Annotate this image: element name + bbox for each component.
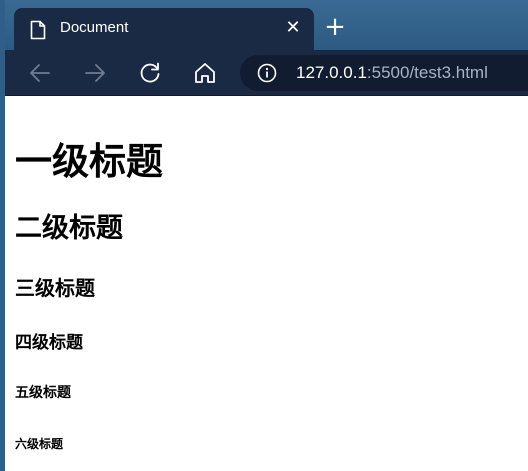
heading-6: 六级标题 (15, 437, 64, 451)
arrow-left-icon[interactable] (27, 60, 53, 86)
address-bar[interactable]: 127.0.0.1:5500/test3.html (240, 55, 528, 91)
tab-title: Document (60, 19, 129, 36)
reload-icon[interactable] (137, 60, 163, 86)
plus-icon[interactable]: + (324, 14, 346, 40)
url-text[interactable]: 127.0.0.1:5500/test3.html (296, 63, 488, 83)
tab-strip: Document ✕ + (0, 0, 528, 50)
heading-1: 一级标题 (15, 140, 163, 183)
arrow-right-icon[interactable] (82, 60, 108, 86)
url-path: :5500/test3.html (366, 63, 488, 82)
close-icon[interactable]: ✕ (284, 19, 302, 37)
url-host: 127.0.0.1 (296, 63, 367, 82)
heading-3: 三级标题 (15, 276, 95, 300)
toolbar: 127.0.0.1:5500/test3.html (0, 50, 528, 96)
page-content: 一级标题 二级标题 三级标题 四级标题 五级标题 六级标题 (5, 97, 528, 471)
document-icon (30, 20, 46, 40)
home-icon[interactable] (192, 60, 218, 86)
heading-2: 二级标题 (15, 213, 123, 244)
info-icon[interactable] (257, 63, 277, 83)
tab-document[interactable]: Document ✕ (14, 8, 314, 50)
heading-5: 五级标题 (15, 385, 71, 401)
heading-4: 四级标题 (15, 333, 83, 353)
browser-window: Document ✕ + 127.0.0.1:5500/test3.html 一… (0, 0, 528, 471)
